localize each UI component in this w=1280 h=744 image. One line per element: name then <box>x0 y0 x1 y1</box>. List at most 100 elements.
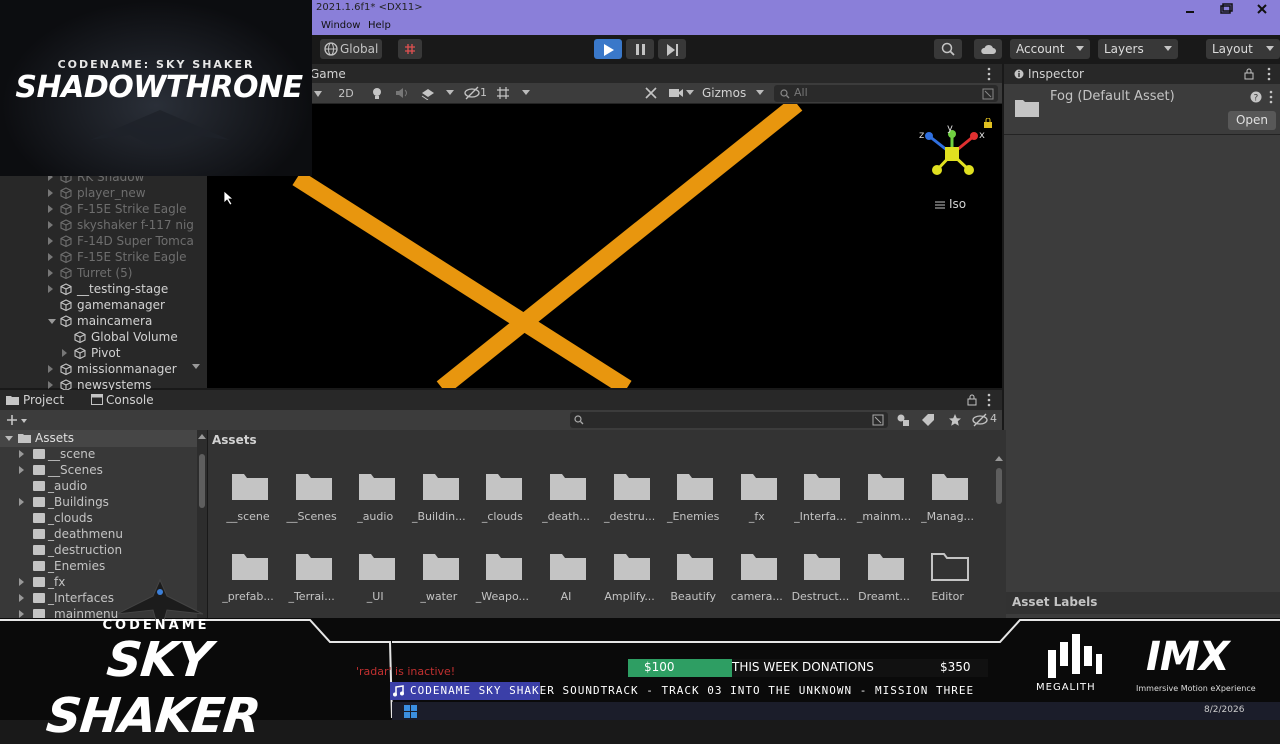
scene-view[interactable]: z y x Iso <box>207 104 1002 388</box>
asset-folder[interactable]: _destru... <box>598 460 662 532</box>
asset-folder[interactable]: _audio <box>343 460 407 532</box>
hierarchy-item[interactable]: Turret (5) <box>0 265 195 281</box>
open-button[interactable]: Open <box>1228 111 1276 130</box>
orientation-gizmo[interactable]: z y x <box>919 122 987 182</box>
collapse-arrow-icon[interactable] <box>48 253 53 261</box>
orange-road-line-right <box>436 104 803 388</box>
hierarchy-item[interactable]: player_new <box>0 185 195 201</box>
gizmos-button[interactable]: Gizmos <box>702 86 746 100</box>
scroll-down-arrow[interactable] <box>192 364 200 369</box>
tree-folder-item[interactable]: _clouds <box>0 510 195 526</box>
asset-folder[interactable]: _clouds <box>470 460 534 532</box>
tree-folder-item[interactable]: _Enemies <box>0 558 195 574</box>
collapse-arrow-icon[interactable] <box>48 221 53 229</box>
hierarchy-item[interactable]: __testing-stage <box>0 281 195 297</box>
collapse-arrow-icon[interactable] <box>19 594 24 602</box>
tree-folder-item[interactable]: _audio <box>0 478 195 494</box>
tab-console[interactable]: Console <box>106 393 154 407</box>
asset-folder[interactable]: _mainm... <box>852 460 916 532</box>
tab-project[interactable]: Project <box>23 393 64 407</box>
asset-folder[interactable]: camera... <box>725 540 789 612</box>
expand-arrow-icon[interactable] <box>48 319 56 324</box>
layout-dropdown[interactable]: Layout <box>1206 39 1280 59</box>
tree-folder-label: _clouds <box>48 511 93 525</box>
maximize-button[interactable] <box>1208 0 1244 18</box>
tree-folder-item[interactable]: _destruction <box>0 542 195 558</box>
asset-folder[interactable]: _Enemies <box>661 460 725 532</box>
hierarchy-item[interactable]: F-15E Strike Eagle <box>0 249 195 265</box>
hierarchy-item[interactable]: F-15E Strike Eagle <box>0 201 195 217</box>
cloud-button[interactable] <box>974 39 1002 59</box>
axis-z-label: z <box>919 130 924 141</box>
collapse-arrow-icon[interactable] <box>19 450 24 458</box>
tree-folder-label: _audio <box>48 479 88 493</box>
collapse-arrow-icon[interactable] <box>48 285 53 293</box>
asset-folder-label: Beautify <box>670 590 716 603</box>
asset-folder[interactable]: _Buildin... <box>407 460 471 532</box>
collapse-arrow-icon[interactable] <box>48 237 53 245</box>
project-search-input[interactable] <box>570 412 888 428</box>
collapse-arrow-icon[interactable] <box>48 205 53 213</box>
hierarchy-item[interactable]: maincamera <box>0 313 195 329</box>
hierarchy-item[interactable]: Global Volume <box>0 329 195 345</box>
asset-folder[interactable]: _Weapo... <box>470 540 534 612</box>
collapse-arrow-icon[interactable] <box>48 189 53 197</box>
grid-scrollbar[interactable] <box>994 452 1004 634</box>
global-pivot-button[interactable]: Global <box>320 39 382 59</box>
asset-folder[interactable]: Dreamt... <box>852 540 916 612</box>
hierarchy-item[interactable]: Pivot <box>0 345 195 361</box>
menu-help[interactable]: Help <box>368 20 391 31</box>
search-button[interactable] <box>934 39 962 59</box>
asset-folder[interactable]: _death... <box>534 460 598 532</box>
projection-toggle[interactable]: Iso <box>949 197 966 211</box>
asset-folder[interactable]: _Terrai... <box>280 540 344 612</box>
collapse-arrow-icon[interactable] <box>19 610 24 618</box>
asset-folder[interactable]: _Interfa... <box>788 460 852 532</box>
menu-window[interactable]: Window <box>321 20 360 31</box>
tab-inspector[interactable]: Inspector <box>1028 67 1084 81</box>
collapse-arrow-icon[interactable] <box>48 381 53 389</box>
minimize-button[interactable] <box>1172 0 1208 18</box>
collapse-arrow-icon[interactable] <box>19 498 24 506</box>
asset-folder[interactable]: Editor <box>916 540 980 612</box>
tree-folder-item[interactable]: __Scenes <box>0 462 195 478</box>
tree-folder-item[interactable]: __scene <box>0 446 195 462</box>
collapse-arrow-icon[interactable] <box>48 269 53 277</box>
hierarchy-item[interactable]: gamemanager <box>0 297 195 313</box>
collapse-arrow-icon[interactable] <box>19 578 24 586</box>
console-icon <box>91 394 103 405</box>
collapse-arrow-icon[interactable] <box>62 349 67 357</box>
gameobject-cube-icon <box>60 187 72 199</box>
close-button[interactable] <box>1244 0 1280 18</box>
step-button[interactable] <box>658 39 686 59</box>
scene-search-input[interactable]: All <box>774 85 998 102</box>
account-dropdown[interactable]: Account <box>1010 39 1090 59</box>
hierarchy-item[interactable]: F-14D Super Tomca <box>0 233 195 249</box>
2d-toggle[interactable]: 2D <box>334 85 358 102</box>
asset-folder[interactable]: AI <box>534 540 598 612</box>
project-tab-bar: Project Console <box>0 390 1002 410</box>
tree-folder-item[interactable]: _Buildings <box>0 494 195 510</box>
asset-folder[interactable]: __scene <box>216 460 280 532</box>
asset-folder[interactable]: Destruct... <box>788 540 852 612</box>
help-icon: ? <box>1250 91 1262 103</box>
pause-button[interactable] <box>626 39 654 59</box>
play-button[interactable] <box>594 39 622 59</box>
asset-folder[interactable]: Beautify <box>661 540 725 612</box>
hierarchy-item[interactable]: skyshaker f-117 nig <box>0 217 195 233</box>
tree-root-row[interactable]: Assets <box>0 430 197 447</box>
asset-folder[interactable]: _UI <box>343 540 407 612</box>
asset-folder[interactable]: Amplify... <box>598 540 662 612</box>
collapse-arrow-icon[interactable] <box>48 365 53 373</box>
grid-snap-button[interactable] <box>398 39 422 59</box>
layers-dropdown[interactable]: Layers <box>1098 39 1178 59</box>
collapse-arrow-icon[interactable] <box>19 466 24 474</box>
tree-folder-item[interactable]: _deathmenu <box>0 526 195 542</box>
asset-folder[interactable]: _Manag... <box>916 460 980 532</box>
asset-folder[interactable]: _prefab... <box>216 540 280 612</box>
asset-folder-label: AI <box>560 590 572 603</box>
hierarchy-item[interactable]: missionmanager <box>0 361 195 377</box>
asset-folder[interactable]: _water <box>407 540 471 612</box>
asset-folder[interactable]: _fx <box>725 460 789 532</box>
asset-folder[interactable]: __Scenes <box>280 460 344 532</box>
